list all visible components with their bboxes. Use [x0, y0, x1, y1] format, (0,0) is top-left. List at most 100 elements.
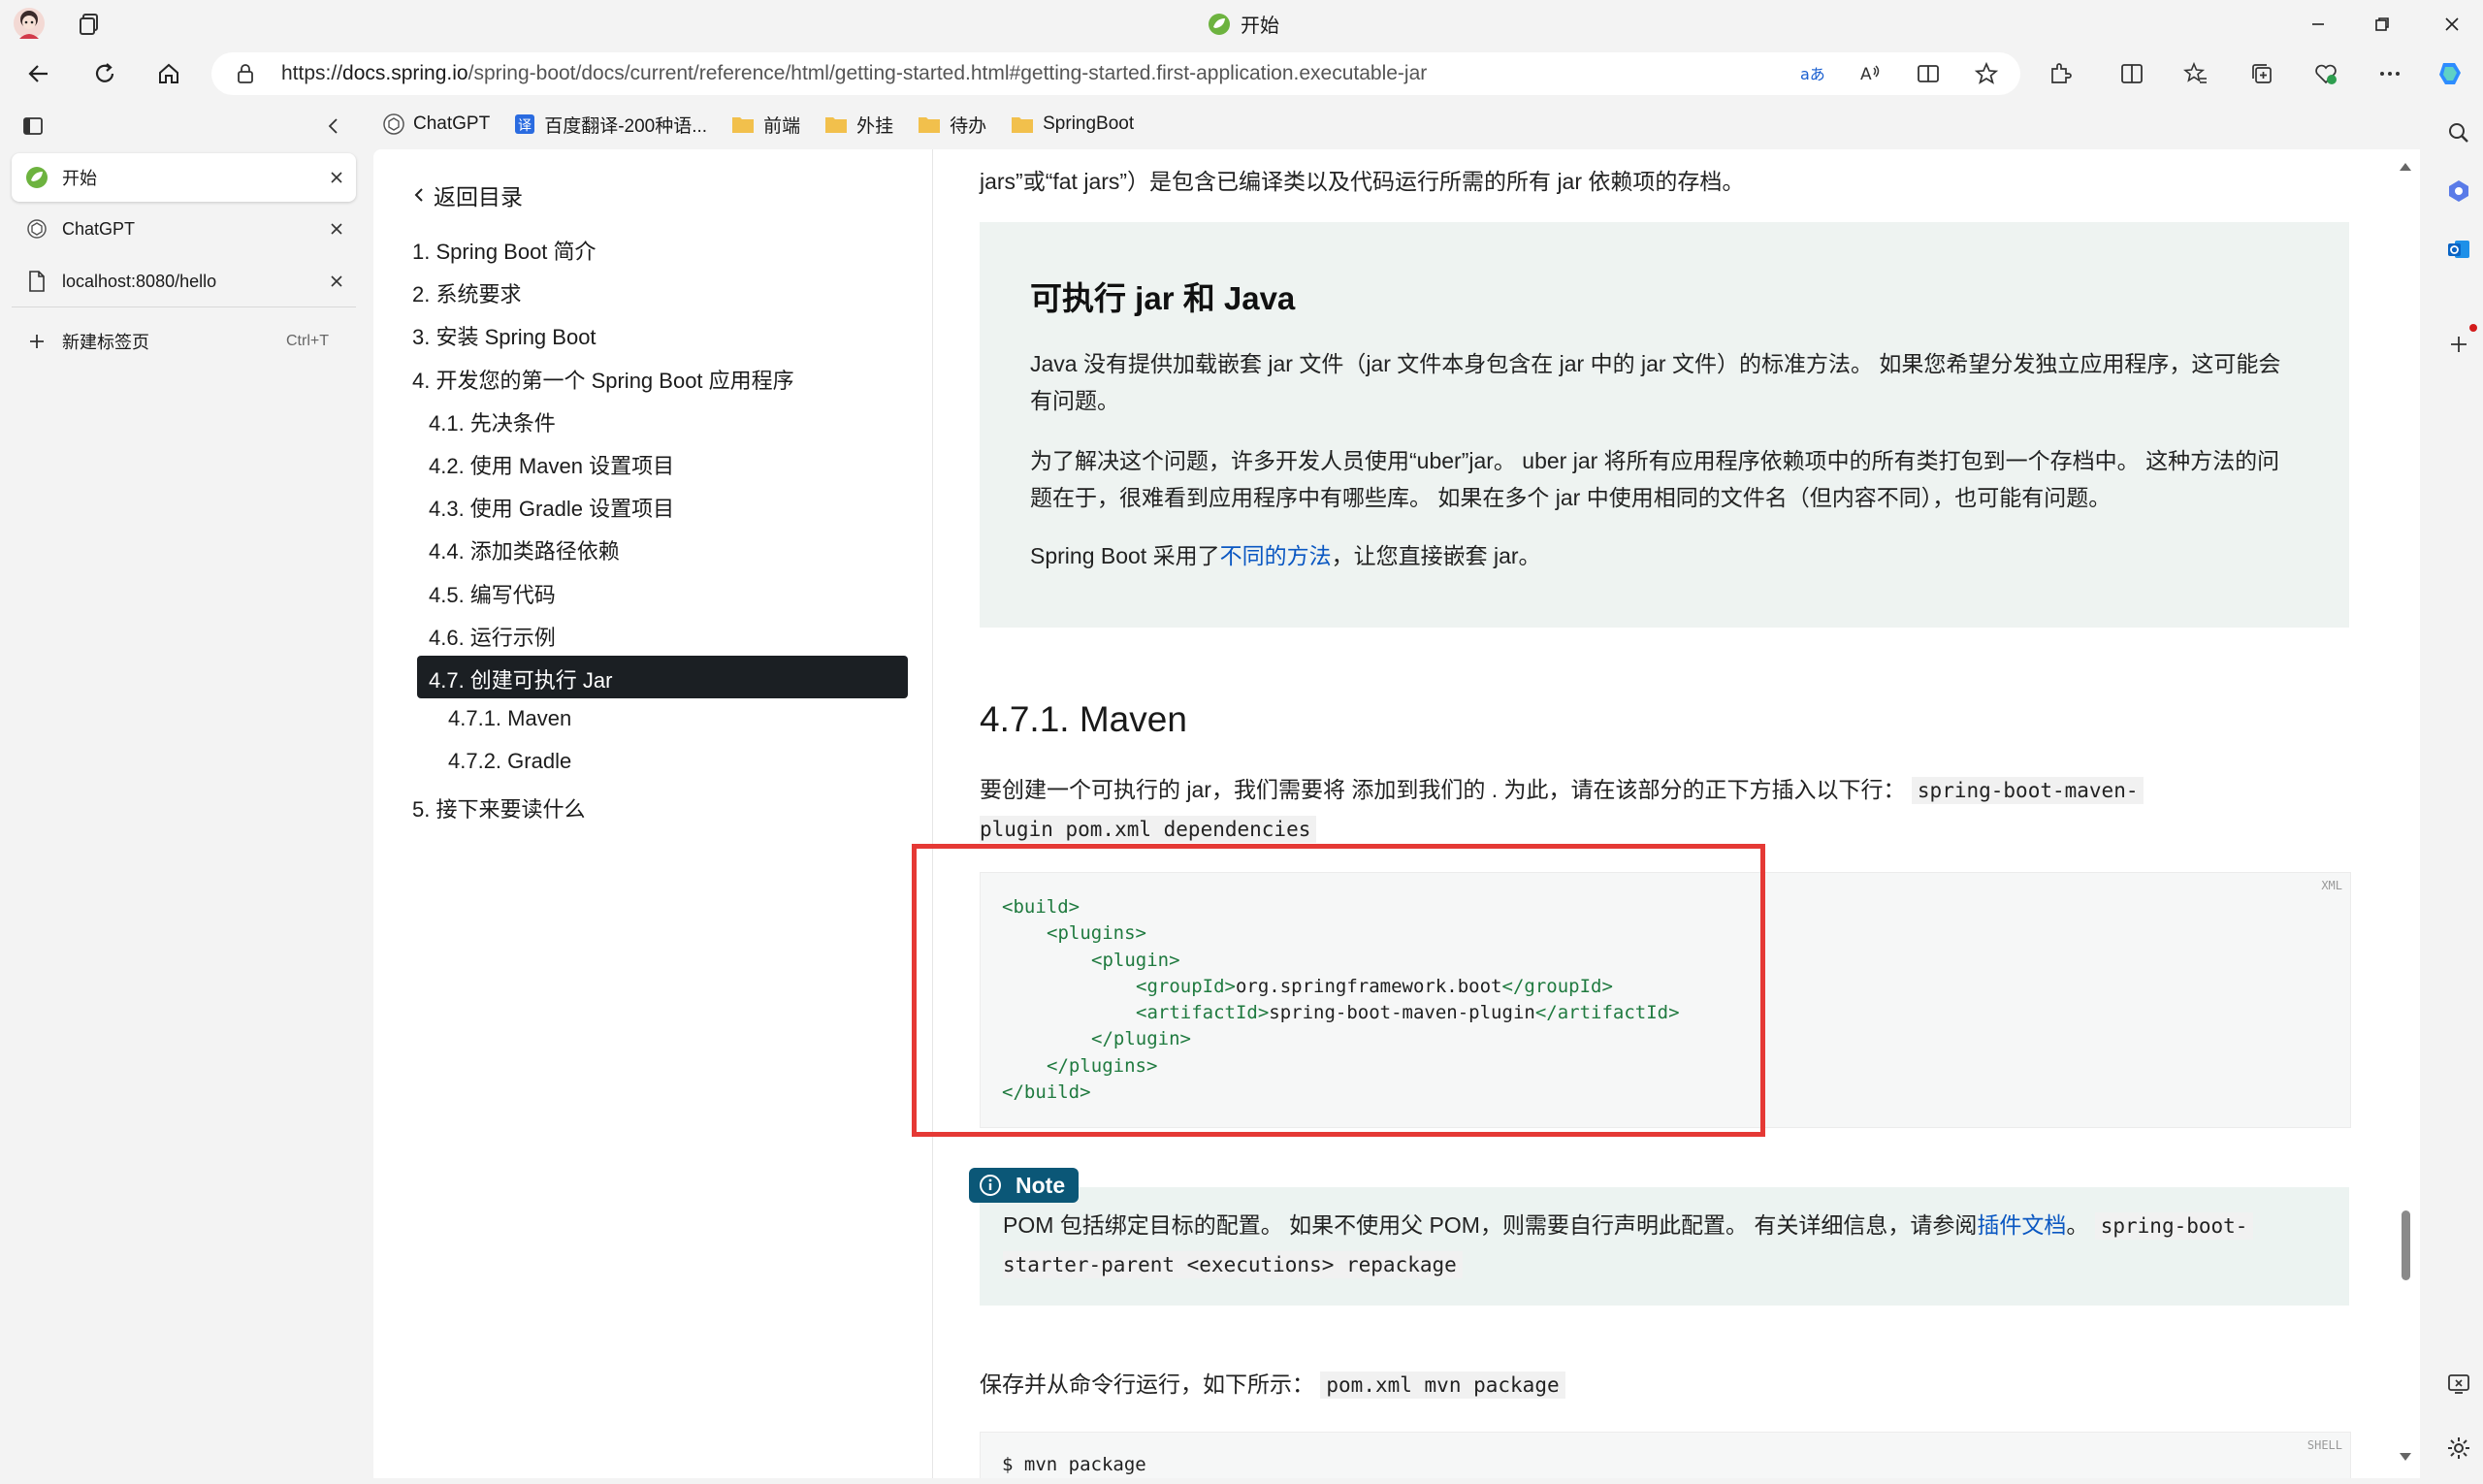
shell-code-block[interactable]: SHELL $ mvn package: [980, 1432, 2351, 1478]
code-language-label: SHELL: [2306, 1438, 2342, 1452]
minimize-button[interactable]: [2299, 8, 2338, 41]
home-button[interactable]: [149, 54, 188, 93]
spring-icon: [23, 166, 50, 189]
toc-item[interactable]: 4.7. 创建可执行 Jar: [429, 663, 612, 694]
maven-paragraph: 要创建一个可执行的 jar，我们需要将 添加到我们的 . 为此，请在该部分的正下…: [980, 771, 2144, 809]
maven-text: 要创建一个可执行的 jar，我们需要将 添加到我们的 . 为此，请在该部分的正下…: [980, 777, 1906, 802]
note-text-line2: starter-parent <executions> repackage: [1003, 1245, 1463, 1283]
url-text[interactable]: https://docs.spring.io/spring-boot/docs/…: [281, 62, 1427, 85]
scroll-up-icon[interactable]: [2399, 161, 2412, 173]
tab-start[interactable]: 开始: [12, 153, 356, 202]
add-sidebar-app-icon[interactable]: [2435, 320, 2483, 369]
bookmark-folder-springboot[interactable]: SpringBoot: [1011, 113, 1134, 135]
toc-item[interactable]: 4.7.2. Gradle: [448, 749, 571, 774]
note-badge: Note: [969, 1168, 1080, 1203]
toc-item[interactable]: 2. 系统要求: [412, 277, 521, 308]
bookmark-folder-todo[interactable]: 待办: [918, 112, 986, 138]
folder-icon: [1011, 114, 1034, 134]
highlight-annotation-box: [912, 844, 1765, 1137]
bookmark-label: 外挂: [856, 115, 894, 137]
workspaces-icon[interactable]: [70, 5, 109, 44]
toc-back-label: 返回目录: [434, 184, 523, 210]
svg-text:译: 译: [518, 118, 532, 134]
toc-item[interactable]: 4.3. 使用 Gradle 设置项目: [429, 492, 674, 523]
close-window-button[interactable]: [2433, 8, 2471, 41]
bookmark-chatgpt[interactable]: ChatGPT: [383, 113, 490, 135]
tab-sidebar-toggle-icon[interactable]: [14, 107, 52, 145]
different-approach-link[interactable]: 不同的方法: [1220, 543, 1332, 568]
note-text: 。: [2066, 1212, 2089, 1238]
bookmark-baidu-translate[interactable]: 译 百度翻译-200种语...: [514, 112, 707, 138]
screenshot-icon[interactable]: [2435, 1360, 2483, 1408]
bookmark-folder-plugins[interactable]: 外挂: [824, 112, 893, 138]
folder-icon: [918, 114, 941, 134]
close-tab-icon[interactable]: [317, 221, 356, 237]
toc-item[interactable]: 4.1. 先决条件: [429, 406, 556, 437]
toc-item[interactable]: 1. Spring Boot 简介: [412, 235, 597, 266]
back-button[interactable]: [19, 54, 58, 93]
note-text-line1: POM 包括绑定目标的配置。 如果不使用父 POM，则需要自行声明此配置。 有关…: [1003, 1207, 2254, 1244]
toc-item[interactable]: 4.2. 使用 Maven 设置项目: [429, 449, 674, 480]
intro-text: jars”或“fat jars”）是包含已编译类以及代码运行所需的所有 jar …: [980, 169, 1745, 194]
settings-gear-icon[interactable]: [2435, 1424, 2483, 1472]
outlook-icon[interactable]: [2435, 225, 2483, 274]
toc-item[interactable]: 4.7.1. Maven: [448, 706, 571, 731]
new-tab-button[interactable]: 新建标签页 Ctrl+T: [12, 317, 356, 366]
toc-item[interactable]: 4.4. 添加类路径依赖: [429, 534, 620, 565]
close-tab-icon[interactable]: [317, 274, 356, 289]
save-text: 保存并从命令行运行，如下所示：: [980, 1371, 1314, 1397]
refresh-button[interactable]: [85, 54, 124, 93]
collapse-tabs-icon[interactable]: [314, 107, 353, 145]
bookmark-label: ChatGPT: [413, 113, 491, 134]
chevron-left-icon: [412, 186, 426, 204]
scroll-down-icon[interactable]: [2399, 1451, 2412, 1463]
translate-page-icon[interactable]: aあ: [1792, 54, 1831, 93]
profile-avatar[interactable]: [12, 6, 47, 41]
chatgpt-icon: [23, 218, 50, 240]
browser-essentials-icon[interactable]: [2306, 54, 2345, 93]
restore-button[interactable]: [2363, 8, 2402, 41]
extensions-icon[interactable]: [2041, 54, 2080, 93]
new-tab-shortcut: Ctrl+T: [286, 333, 329, 349]
url-scheme: https://: [281, 62, 343, 84]
read-aloud-icon[interactable]: A: [1851, 54, 1889, 93]
save-paragraph: 保存并从命令行运行，如下所示： pom.xml mvn package: [980, 1366, 1565, 1403]
sidebar-paragraph: Spring Boot 采用了不同的方法，让您直接嵌套 jar。: [1030, 537, 2291, 574]
url-path: /spring-boot/docs/current/reference/html…: [468, 62, 1428, 84]
svg-text:aあ: aあ: [1800, 65, 1825, 83]
maven-paragraph-line2: plugin pom.xml dependencies: [980, 810, 1317, 848]
tab-localhost[interactable]: localhost:8080/hello: [12, 257, 356, 306]
bookmark-label: 百度翻译-200种语...: [544, 115, 708, 137]
copilot-shape-icon[interactable]: [2435, 167, 2483, 215]
plugin-docs-link[interactable]: 插件文档: [1977, 1212, 2066, 1238]
sidebar-paragraph: 为了解决这个问题，许多开发人员使用“uber”jar。 uber jar 将所有…: [1030, 448, 2280, 510]
translate-icon: 译: [514, 113, 535, 135]
collections-icon[interactable]: [2242, 54, 2281, 93]
url-host: docs.spring.io: [342, 62, 468, 84]
scrollbar-thumb[interactable]: [2402, 1210, 2410, 1280]
toc-item[interactable]: 4.5. 编写代码: [429, 578, 556, 609]
bookmarks-bar: ChatGPT 译 百度翻译-200种语... 前端 外挂 待办 SpringB…: [383, 105, 1158, 144]
toc-item[interactable]: 4.6. 运行示例: [429, 621, 556, 652]
close-tab-icon[interactable]: [317, 170, 356, 185]
immersive-reader-icon[interactable]: [1909, 54, 1948, 93]
favorite-star-icon[interactable]: [1967, 54, 2006, 93]
split-screen-icon[interactable]: [2112, 54, 2151, 93]
more-menu-icon[interactable]: [2370, 54, 2409, 93]
sidebar-text: Spring Boot 采用了: [1030, 543, 1220, 568]
window-title: 开始: [1208, 10, 1279, 38]
sidebar-paragraph: Java 没有提供加载嵌套 jar 文件（jar 文件本身包含在 jar 中的 …: [1030, 351, 2281, 413]
favorites-icon[interactable]: [2177, 54, 2215, 93]
info-icon: [979, 1174, 1002, 1197]
sidebar-title: 可执行 jar 和 Java: [1030, 280, 1296, 316]
shell-command: $ mvn package: [1002, 1454, 1146, 1475]
toc-item[interactable]: 5. 接下来要读什么: [412, 792, 585, 823]
bookmark-folder-frontend[interactable]: 前端: [731, 112, 800, 138]
toc-back-link[interactable]: 返回目录: [412, 178, 523, 211]
search-icon[interactable]: [2435, 109, 2483, 157]
new-tab-label: 新建标签页: [62, 333, 149, 352]
toc-item[interactable]: 3. 安装 Spring Boot: [412, 320, 597, 351]
tab-chatgpt[interactable]: ChatGPT: [12, 205, 356, 253]
lock-icon[interactable]: [235, 62, 256, 85]
toc-item[interactable]: 4. 开发您的第一个 Spring Boot 应用程序: [412, 364, 794, 395]
